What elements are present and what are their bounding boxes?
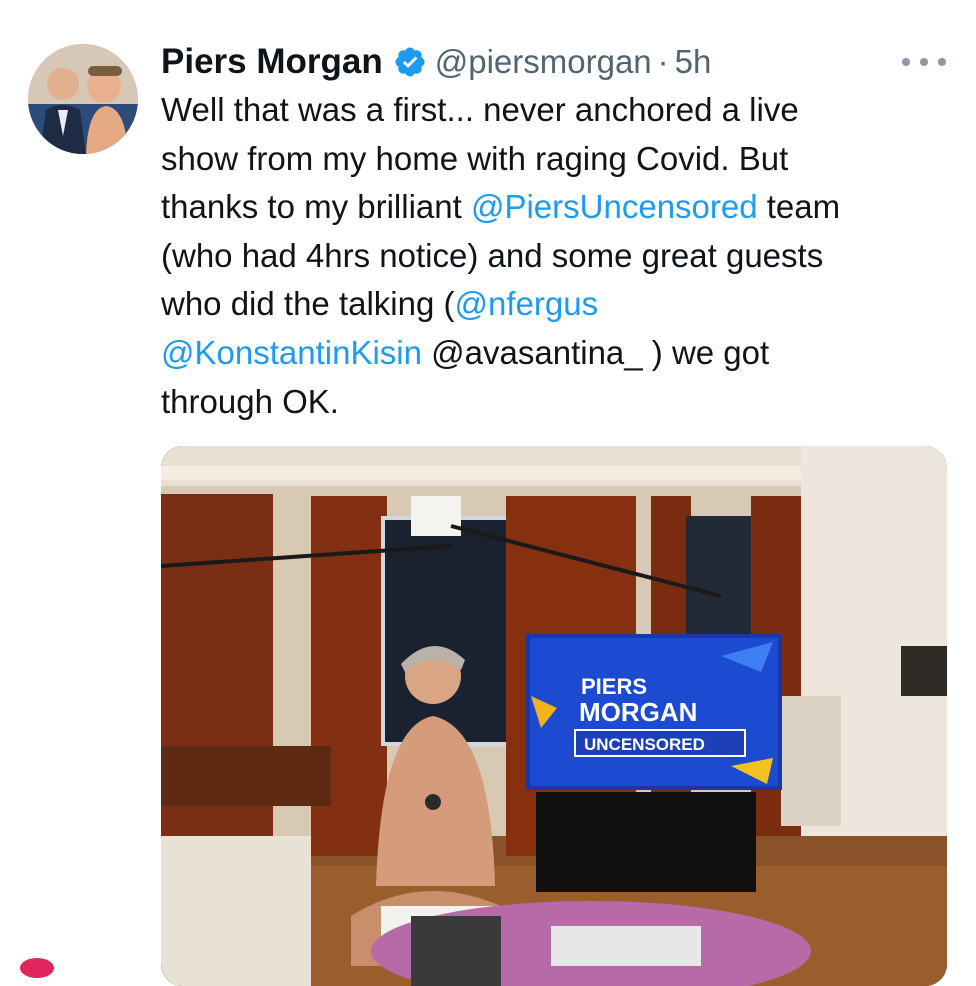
tweet-text-segment: Well that was a first... never anchored … [161,91,799,128]
tweet-text-segment: thanks to my brilliant [161,188,471,226]
tweet-text-line: Well that was a first... never anchored … [161,86,961,135]
verified-badge-icon [393,45,427,79]
tweet-text-segment: (who had 4hrs notice) and some great gue… [161,236,824,274]
tv-title-line2: MORGAN [579,697,697,727]
tweet-text-line: thanks to my brilliant @PiersUncensored … [161,183,961,232]
tweet-text-segment: team [757,188,841,226]
tweet-text-segment: who did the talking ( [161,285,455,323]
tweet-text: Well that was a first... never anchored … [161,86,961,426]
author-name[interactable]: Piers Morgan [161,42,383,82]
tweet-text-line: through OK. [161,378,961,427]
timestamp[interactable]: 5h [675,43,712,81]
mention-link[interactable]: @KonstantinKisin [161,334,422,371]
tweet-text-line: who did the talking (@nfergus [161,280,961,329]
tweet-text-line: (who had 4hrs notice) and some great gue… [161,232,961,281]
header-separator: · [657,43,669,80]
tweet-text-line: @KonstantinKisin @avasantina_ ) we got [161,329,961,378]
tweet-header: Piers Morgan @piersmorgan · 5h [161,40,711,84]
notification-dot [20,958,54,978]
tv-title-line3: UNCENSORED [584,735,705,754]
author-avatar[interactable] [28,44,138,154]
tweet-media-image[interactable]: PIERS MORGAN UNCENSORED [161,446,947,986]
tweet-text-segment: @avasantina_ ) we got [421,333,770,371]
more-dot [920,58,928,66]
tv-title-line1: PIERS [581,674,647,699]
mention-link[interactable]: @PiersUncensored [471,188,758,225]
tweet-text-segment: through OK. [161,382,339,420]
tweet-text-segment: show from my home with raging Covid. But [161,139,789,177]
author-handle[interactable]: @piersmorgan [435,43,652,81]
more-dot [938,58,946,66]
mention-link[interactable]: @nfergus [455,285,599,322]
more-dot [902,58,910,66]
tweet-text-line: show from my home with raging Covid. But [161,135,961,184]
more-options-icon[interactable] [902,50,946,74]
